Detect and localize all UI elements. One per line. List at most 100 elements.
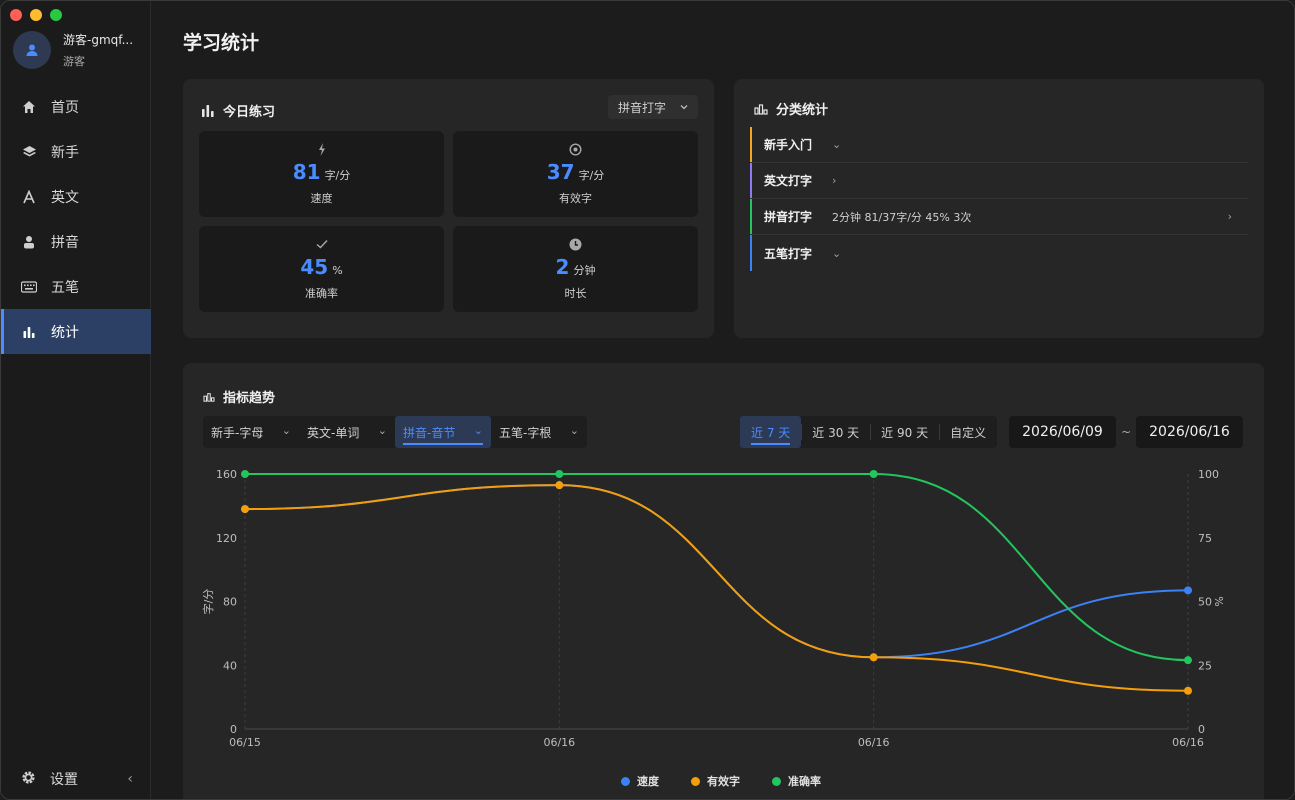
sidebar-item-stats[interactable]: 统计: [1, 309, 151, 354]
sidebar-item-label: 首页: [51, 99, 79, 116]
layers-icon: [21, 144, 37, 160]
data-point: [869, 470, 878, 478]
data-point: [241, 505, 249, 514]
today-card-title: 今日练习: [223, 105, 276, 120]
keyboard-icon: [21, 279, 37, 295]
data-point: [241, 470, 249, 478]
sidebar-item-home[interactable]: 首页: [1, 84, 151, 129]
effective-tile: 37 字/分 有效字: [453, 131, 698, 217]
sidebar-nav: 首页 新手 英文 拼音 五笔 统计: [1, 84, 151, 354]
duration-unit: 分钟: [573, 264, 596, 277]
settings-label: 设置: [50, 772, 78, 788]
main-content: 学习统计 今日练习 拼音打字 81 字/分 速度 37 字/分 有效字 45 %…: [151, 1, 1294, 799]
category-color-bar: [750, 235, 752, 271]
category-row-pinyin[interactable]: 拼音打字 2分钟 81/37字/分 45% 3次 ›: [750, 199, 1248, 235]
home-icon: [21, 99, 37, 115]
effective-label: 有效字: [559, 192, 592, 205]
sidebar-item-pinyin[interactable]: 拼音: [1, 219, 151, 264]
effective-value: 37: [546, 160, 575, 184]
chevron-right-icon: ›: [1227, 210, 1232, 223]
series-line-effective: [244, 484, 1189, 692]
sidebar-item-beginner[interactable]: 新手: [1, 129, 151, 174]
category-row-wubi[interactable]: 五笔打字 ⌄: [750, 235, 1248, 271]
today-mode-value: 拼音打字: [617, 100, 666, 115]
speed-unit: 字/分: [324, 169, 351, 182]
today-card-header: 今日练习: [201, 101, 275, 120]
y2-tick-label: 75: [1198, 532, 1212, 545]
today-stat-tiles: 81 字/分 速度 37 字/分 有效字 45% 准确率 2 分钟 时长: [199, 131, 698, 312]
clock-icon: [569, 237, 582, 251]
data-point: [1184, 686, 1192, 695]
today-mode-select[interactable]: 拼音打字: [607, 95, 698, 119]
gear-icon: [21, 770, 36, 789]
legend-item-accuracy[interactable]: 准确率: [772, 773, 821, 789]
y-axis-label: 字/分: [201, 589, 215, 615]
user-profile[interactable]: 游客-gmqf... 游客: [13, 31, 133, 69]
trend-line-chart: 16012080400100755025006/15 06/16 06/16 06/1…: [201, 468, 1225, 749]
legend-item-speed[interactable]: 速度: [621, 773, 659, 789]
accuracy-tile: 45% 准确率: [199, 226, 444, 312]
series-line-accuracy: [245, 473, 1189, 662]
collapse-sidebar-button[interactable]: ‹: [127, 771, 133, 787]
x-tick-label: 06/15: [229, 736, 261, 749]
speed-label: 速度: [310, 192, 333, 205]
category-row-beginner[interactable]: 新手入门 ⌄: [750, 127, 1248, 163]
page-title: 学习统计: [183, 32, 260, 54]
category-card-header: 分类统计: [754, 99, 828, 118]
x-tick-label: 06/16: [543, 736, 575, 749]
chevron-down-icon: ⌄: [832, 246, 842, 260]
sidebar-item-english[interactable]: 英文: [1, 174, 151, 219]
y-tick-label: 80: [223, 596, 237, 609]
app-window: 游客-gmqf... 游客 首页 新手 英文 拼音 五笔 统计 设置 ‹ 学习统…: [0, 0, 1295, 800]
chevron-right-icon: ›: [832, 174, 837, 187]
trend-card: 指标趋势 新手-字母 ⌄ 英文-单词 ⌄ 拼音-音节 ⌄ 五笔-字根 ⌄ 近 7 天 近…: [183, 363, 1264, 799]
x-tick-label: 06/16: [858, 736, 890, 749]
avatar: [13, 31, 51, 69]
category-stats-card: 分类统计 新手入门 ⌄ 英文打字 › 拼音打字 2分钟 81/37字/分 45%…: [734, 79, 1264, 338]
category-color-bar: [750, 163, 752, 198]
close-window-button[interactable]: [10, 9, 22, 21]
duration-value: 2: [555, 255, 570, 279]
sidebar: 游客-gmqf... 游客 首页 新手 英文 拼音 五笔 统计 设置 ‹: [1, 1, 151, 799]
sidebar-item-label: 统计: [51, 324, 79, 341]
today-practice-card: 今日练习 拼音打字 81 字/分 速度 37 字/分 有效字 45 % 准确率 …: [183, 79, 714, 338]
legend-swatch: [691, 776, 700, 786]
chevron-down-icon: [680, 105, 688, 110]
sidebar-item-wubi[interactable]: 五笔: [1, 264, 151, 309]
user-role: 游客: [63, 55, 85, 68]
legend-label: 有效字: [707, 775, 740, 788]
y-tick-label: 160: [216, 468, 237, 481]
target-icon: [569, 142, 582, 156]
y-tick-label: 0: [230, 723, 237, 736]
effective-unit: 字/分: [578, 169, 605, 182]
accuracy-unit: %: [332, 264, 343, 277]
user-icon: [26, 44, 38, 56]
speed-tile: 81 字/分 速度: [199, 131, 444, 217]
category-list: 新手入门 ⌄ 英文打字 › 拼音打字 2分钟 81/37字/分 45% 3次 ›…: [750, 127, 1248, 271]
accuracy-label: 准确率: [305, 287, 338, 300]
data-point: [869, 653, 878, 662]
category-color-bar: [750, 127, 752, 162]
x-tick-label: 06/16: [1172, 736, 1204, 749]
data-point: [1184, 656, 1192, 665]
legend-item-effective[interactable]: 有效字: [691, 773, 740, 789]
legend-label: 速度: [637, 775, 659, 788]
data-point: [555, 481, 564, 490]
check-icon: [316, 237, 328, 251]
y2-tick-label: 0: [1198, 723, 1205, 736]
settings-item[interactable]: 设置 ‹: [21, 769, 133, 789]
minimize-window-button[interactable]: [30, 9, 42, 21]
speed-value: 81: [292, 160, 321, 184]
window-controls: [10, 9, 62, 21]
letter-a-icon: [21, 189, 37, 205]
duration-label: 时长: [564, 287, 587, 300]
data-point: [555, 470, 564, 478]
y-tick-label: 40: [223, 659, 237, 672]
category-color-bar: [750, 199, 752, 234]
bar-chart-icon: [202, 105, 214, 117]
y2-tick-label: 25: [1198, 659, 1212, 672]
legend-label: 准确率: [788, 775, 821, 788]
category-row-english[interactable]: 英文打字 ›: [750, 163, 1248, 199]
maximize-window-button[interactable]: [50, 9, 62, 21]
category-name: 五笔打字: [764, 246, 813, 261]
